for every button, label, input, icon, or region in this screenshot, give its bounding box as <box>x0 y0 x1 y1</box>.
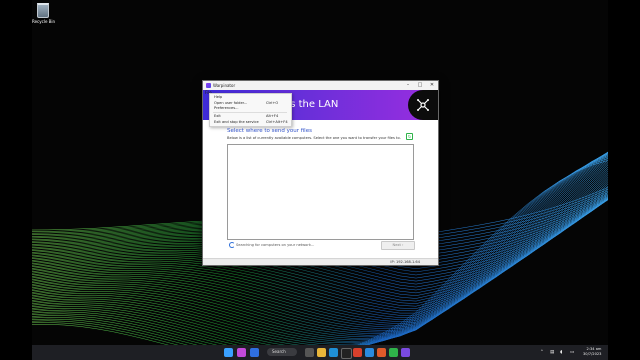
widgets-icon[interactable] <box>237 348 246 357</box>
window-title: Warpinator <box>213 83 236 88</box>
file-explorer-icon[interactable] <box>317 348 326 357</box>
desktop: Recycle Bin Warpinator – □ ✕ ss the LAN <box>32 0 608 360</box>
app-green-icon[interactable] <box>389 348 398 357</box>
menu-item-exit-stop-service[interactable]: Exit and stop the service Ctrl+Alt+F4 <box>214 120 288 124</box>
minimize-button[interactable]: – <box>402 81 414 90</box>
close-button[interactable]: ✕ <box>426 81 438 90</box>
menu-item-open-user-folder[interactable]: Open user folder... Ctrl+O <box>214 101 278 105</box>
menu-item-preferences[interactable]: Preferences... <box>214 106 239 110</box>
recycle-bin-label: Recycle Bin <box>32 19 56 24</box>
clock-date: 30/7/2023 <box>583 352 602 356</box>
recycle-bin-icon <box>37 3 49 18</box>
store-icon[interactable] <box>341 348 352 359</box>
edge-icon[interactable] <box>329 348 338 357</box>
battery-icon[interactable]: ▭ <box>570 350 574 355</box>
menu-separator <box>213 112 287 113</box>
maximize-button[interactable]: □ <box>414 81 426 90</box>
menu-item-help[interactable]: Help <box>214 95 222 99</box>
content-title: Select where to send your files <box>227 128 312 134</box>
file-menu-dropdown: Help Open user folder... Ctrl+O Preferenc… <box>209 93 292 127</box>
network-icon[interactable]: ▤ <box>550 350 554 355</box>
chevron-up-icon[interactable]: ⌃ <box>540 350 544 355</box>
next-button[interactable]: Next › <box>381 241 415 250</box>
refresh-icon[interactable]: ↻ <box>406 133 413 140</box>
volume-icon[interactable]: ◖ <box>560 350 562 355</box>
ip-label: IP: 192.168.1.64 <box>390 260 420 264</box>
loading-spinner-icon <box>229 242 235 248</box>
content-subtitle: Below is a list of currently available c… <box>227 136 401 140</box>
chrome-icon[interactable] <box>353 348 362 357</box>
firefox-icon[interactable] <box>377 348 386 357</box>
app-icon <box>206 83 211 88</box>
copilot-icon[interactable] <box>250 348 259 357</box>
warpinator-window: Warpinator – □ ✕ ss the LAN File <box>202 80 439 266</box>
banner-title: ss the LAN <box>285 99 339 110</box>
title-bar[interactable]: Warpinator – □ ✕ <box>203 81 438 90</box>
taskbar: Search ⌃ ▤ ◖ ▭ 2:34 am 30/7/2023 <box>32 345 608 360</box>
recycle-bin[interactable]: Recycle Bin <box>32 3 56 24</box>
warp-logo-icon <box>417 99 429 111</box>
shortcut-text: Ctrl+O <box>266 101 279 105</box>
task-view-icon[interactable] <box>305 348 314 357</box>
status-bar: IP: 192.168.1.64 <box>203 258 438 265</box>
shortcut-text: Alt+F4 <box>266 114 279 118</box>
settings-icon[interactable] <box>365 348 374 357</box>
start-icon[interactable] <box>224 348 233 357</box>
computer-list[interactable] <box>227 144 414 240</box>
menu-item-exit[interactable]: Exit Alt+F4 <box>214 114 278 118</box>
shortcut-text: Ctrl+Alt+F4 <box>266 120 288 124</box>
taskbar-search[interactable]: Search <box>267 348 297 356</box>
warpinator-taskbar-icon[interactable] <box>401 348 410 357</box>
clock[interactable]: 2:34 am 30/7/2023 <box>583 347 601 357</box>
status-text: Searching for computers on your network.… <box>236 243 315 247</box>
